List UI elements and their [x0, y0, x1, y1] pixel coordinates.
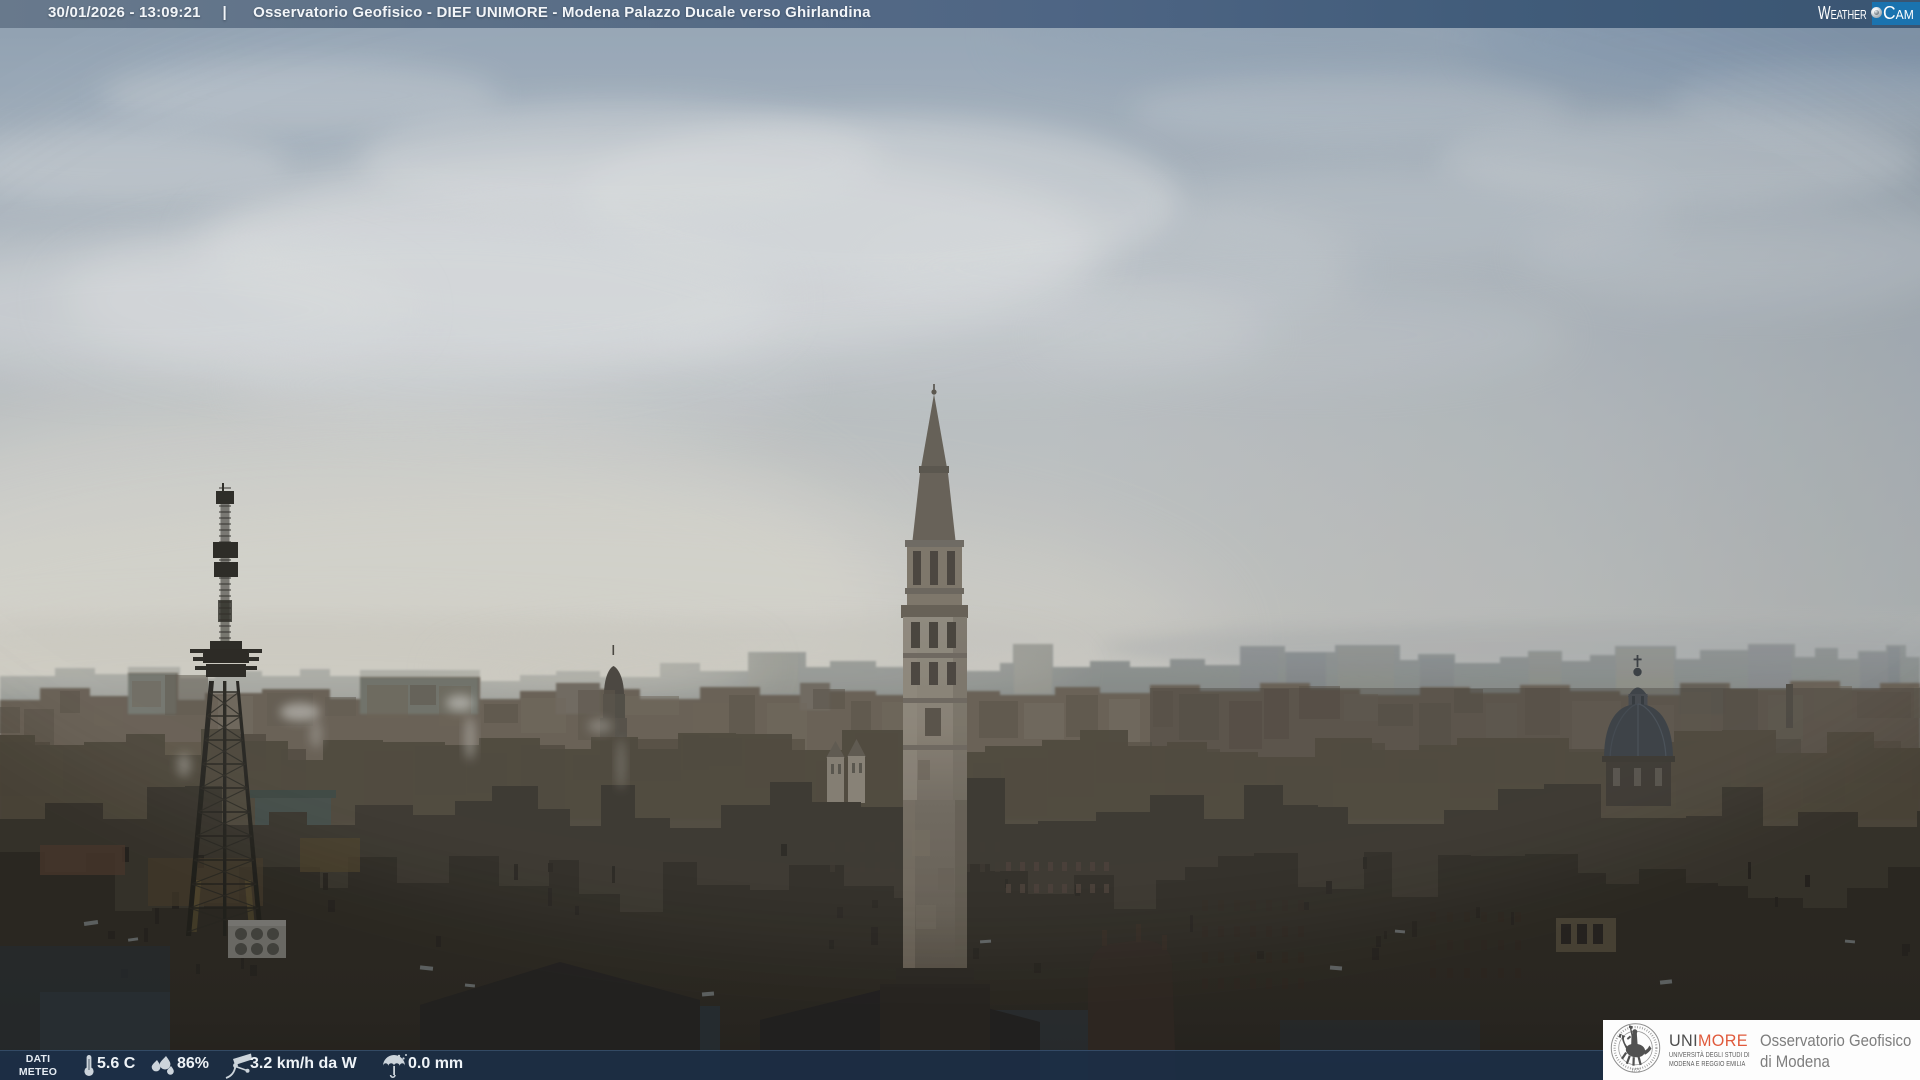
svg-text:1175: 1175	[1631, 1068, 1641, 1073]
